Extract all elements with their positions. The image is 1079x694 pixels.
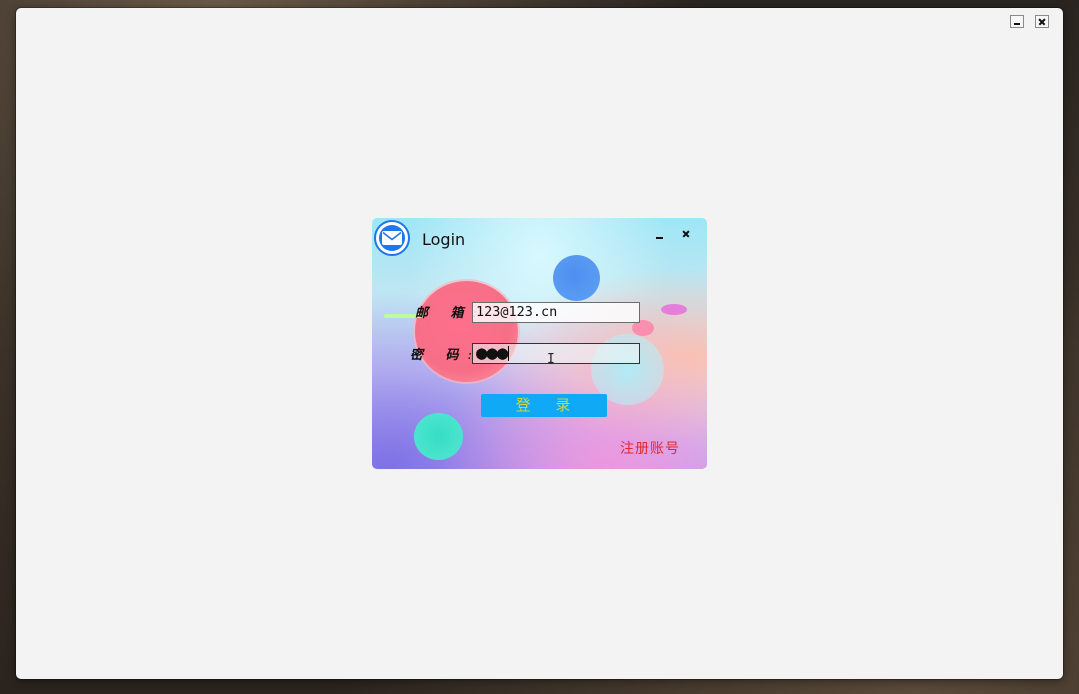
- password-label: 密 码:: [410, 348, 472, 363]
- password-field[interactable]: ●●●: [472, 343, 640, 364]
- decorative-bubble: [553, 255, 600, 301]
- login-dialog: Login 邮 箱: 123@123.cn 密 码: ●●● I 登 录 注册账…: [372, 218, 707, 469]
- close-icon[interactable]: [1035, 15, 1049, 28]
- dialog-title: Login: [422, 230, 466, 249]
- login-button[interactable]: 登 录: [481, 394, 607, 417]
- decorative-bubble: [661, 304, 687, 315]
- password-masked-value: ●●●: [476, 343, 508, 364]
- minimize-icon[interactable]: [655, 232, 665, 242]
- mail-logo-icon: [374, 220, 410, 256]
- register-link[interactable]: 注册账号: [620, 438, 680, 458]
- text-caret: [508, 346, 510, 361]
- decorative-bubble: [414, 413, 463, 460]
- ibeam-cursor-icon: I: [547, 352, 555, 367]
- decorative-bubble: [415, 281, 518, 382]
- email-field[interactable]: 123@123.cn: [472, 302, 640, 323]
- minimize-icon[interactable]: [1010, 15, 1024, 28]
- close-icon[interactable]: [681, 229, 691, 239]
- email-label: 邮 箱:: [415, 306, 477, 321]
